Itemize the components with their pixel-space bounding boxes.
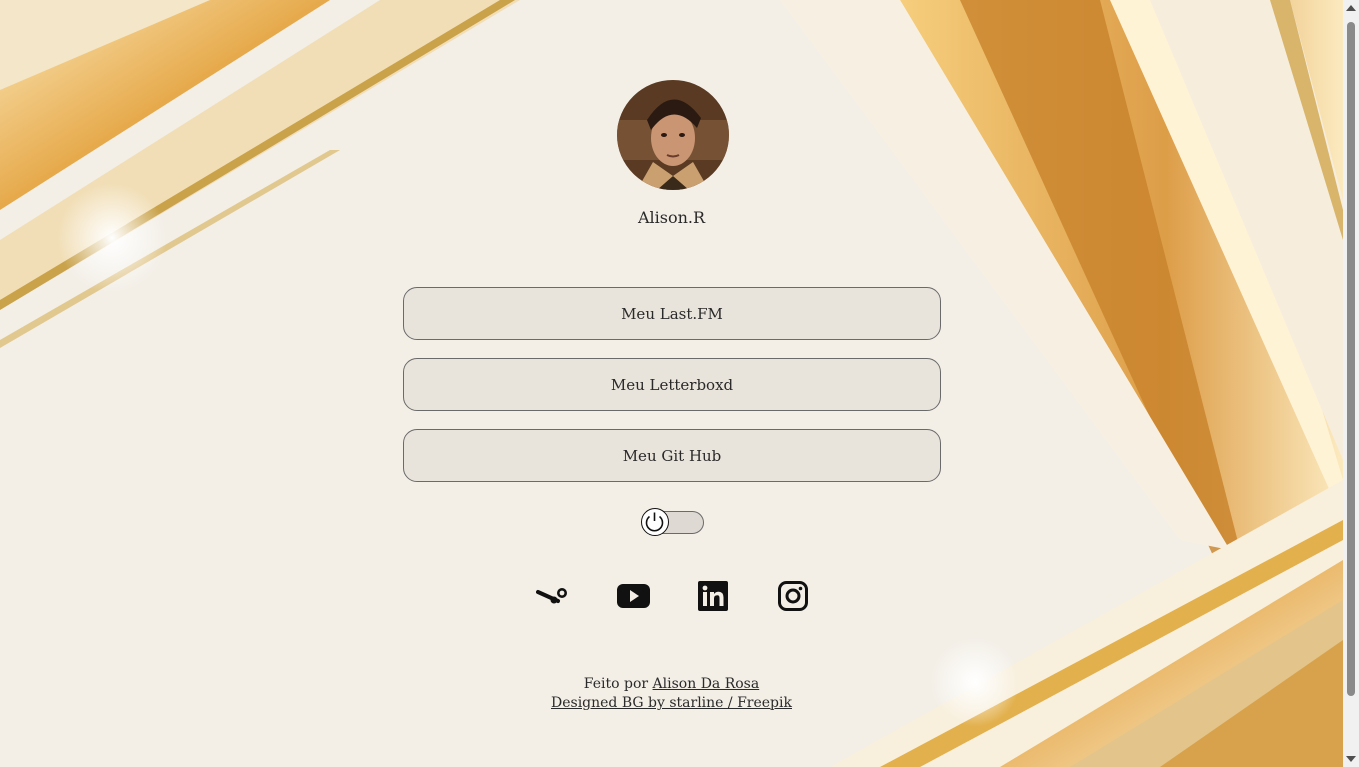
github-link-button[interactable]: Meu Git Hub: [403, 429, 941, 482]
theme-toggle[interactable]: [641, 508, 704, 536]
youtube-icon: [616, 584, 650, 608]
steam-link[interactable]: [536, 579, 570, 613]
content: Alison.R Meu Last.FM Meu Letterboxd Meu …: [0, 0, 1343, 767]
linkedin-icon: [698, 581, 728, 611]
scroll-down-arrow-icon[interactable]: [1346, 756, 1356, 762]
footer-bg-credit: Designed BG by starline / Freepik: [0, 695, 1343, 711]
instagram-icon: [778, 581, 808, 611]
footer-made-by-label: Feito por: [583, 676, 649, 692]
scrollbar-thumb[interactable]: [1347, 22, 1355, 696]
background-credit-link[interactable]: Designed BG by starline / Freepik: [551, 695, 792, 711]
letterboxd-link-button[interactable]: Meu Letterboxd: [403, 358, 941, 411]
linkedin-link[interactable]: [696, 579, 730, 613]
toggle-knob: [641, 508, 669, 536]
scroll-up-arrow-icon[interactable]: [1346, 5, 1356, 11]
avatar: [617, 80, 729, 190]
lastfm-link-button[interactable]: Meu Last.FM: [403, 287, 941, 340]
power-icon: [645, 512, 664, 532]
footer-credit: Feito por Alison Da Rosa: [0, 676, 1343, 692]
youtube-link[interactable]: [616, 579, 650, 613]
instagram-link[interactable]: [776, 579, 810, 613]
vertical-scrollbar[interactable]: [1343, 0, 1359, 767]
avatar-portrait-icon: [617, 80, 729, 190]
author-link[interactable]: Alison Da Rosa: [653, 676, 760, 692]
steam-icon: [536, 588, 567, 604]
profile-name: Alison.R: [637, 208, 706, 227]
page: Alison.R Meu Last.FM Meu Letterboxd Meu …: [0, 0, 1359, 767]
